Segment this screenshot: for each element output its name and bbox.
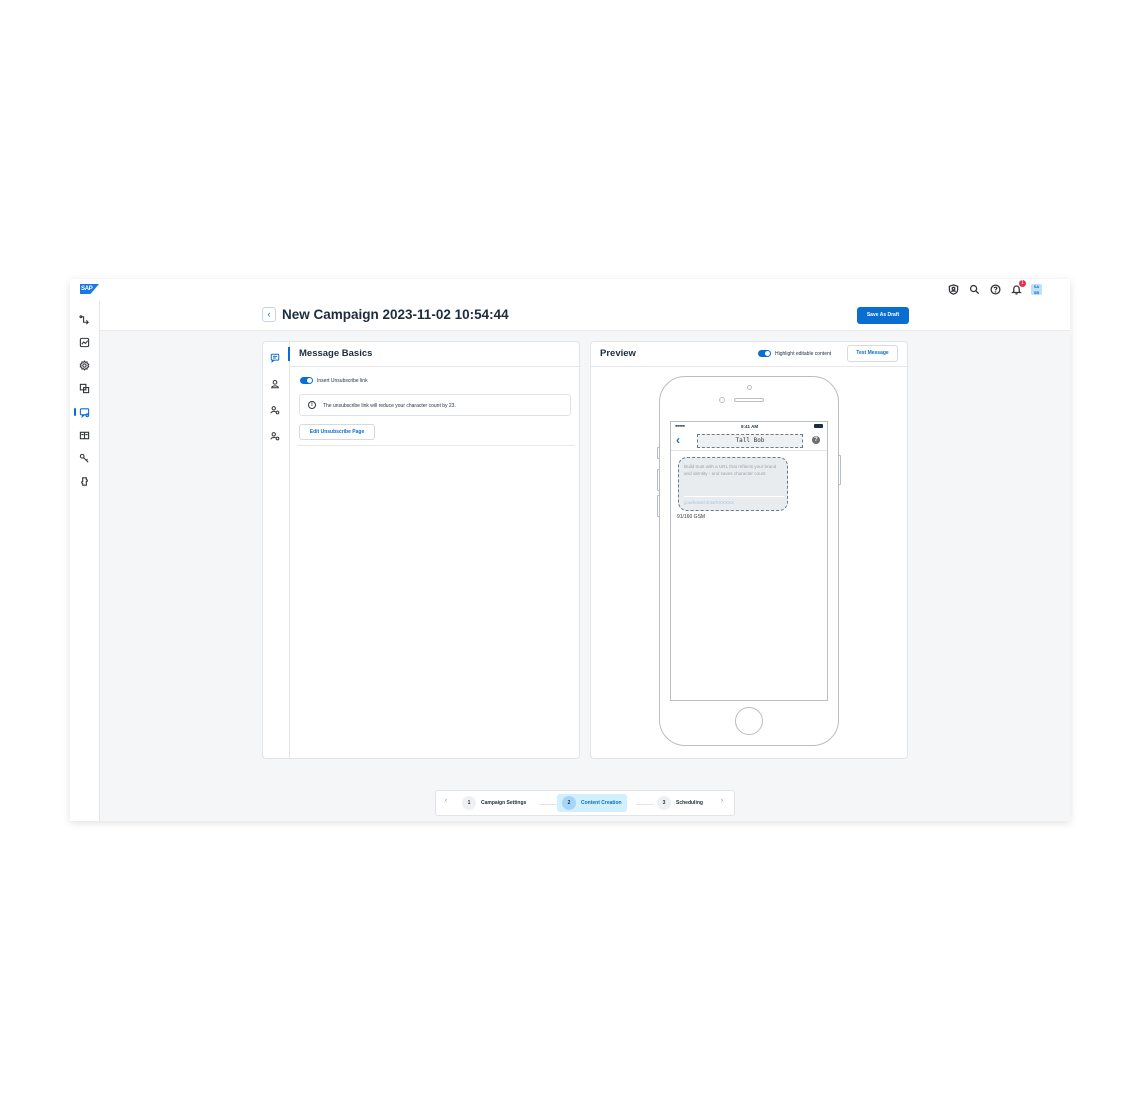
character-count: 91/160 GSM <box>677 514 706 520</box>
help-icon: ? <box>812 436 820 444</box>
card-nav-active-indicator <box>288 347 290 361</box>
unsubscribe-toggle[interactable] <box>300 377 313 384</box>
step-connector <box>539 804 557 805</box>
step-content-creation[interactable]: 2 Content Creation <box>557 794 627 812</box>
status-bar: ●●●●● 9:41 AM <box>671 422 827 430</box>
notification-badge: 1 <box>1019 280 1026 287</box>
shield-user-icon[interactable] <box>947 283 960 296</box>
preview-card: Preview Highlight editable content Test … <box>590 341 908 759</box>
integrations-icon[interactable] <box>79 474 91 486</box>
step-label: Scheduling <box>676 800 703 806</box>
phone-side-button <box>657 495 660 517</box>
highlight-editable-toggle[interactable] <box>758 350 771 357</box>
stepper-prev-icon[interactable]: ‹ <box>445 798 447 804</box>
phone-side-button <box>838 455 841 485</box>
app-window: SAP 1 SA SB ‹ New Campaign 2023-11-02 10… <box>70 279 1070 821</box>
phone-speaker <box>734 398 764 402</box>
message-icon[interactable] <box>270 350 281 364</box>
conversation-header: ‹ Tall Bob ? <box>671 431 827 451</box>
phone-side-button <box>657 469 660 491</box>
chevron-left-icon: ‹ <box>676 433 680 447</box>
message-link: yourbrand.sms/XXXXXX <box>684 500 735 505</box>
step-scheduling[interactable]: 3 Scheduling <box>652 794 708 812</box>
card-section-nav <box>263 342 290 758</box>
step-label: Content Creation <box>581 800 622 806</box>
step-number: 1 <box>462 796 476 810</box>
edit-unsubscribe-page-button[interactable]: Edit Unsubscribe Page <box>299 424 375 440</box>
stepper-next-icon[interactable]: › <box>721 798 723 804</box>
phone-side-button <box>657 447 660 459</box>
avatar[interactable]: SA SB <box>1031 284 1042 295</box>
contacts-icon[interactable] <box>79 381 91 394</box>
nav-active-indicator <box>74 408 76 416</box>
message-text: Build trust with a URL that reflects you… <box>684 464 777 476</box>
section-divider <box>297 445 575 446</box>
info-message-strip: i The unsubscribe link will reduce your … <box>299 394 571 416</box>
search-icon[interactable] <box>968 283 981 296</box>
step-number: 2 <box>562 796 576 810</box>
message-bubble[interactable]: Build trust with a URL that reflects you… <box>678 457 788 511</box>
keys-icon[interactable] <box>79 451 91 463</box>
info-icon: i <box>308 401 316 409</box>
help-icon[interactable] <box>989 283 1002 296</box>
step-campaign-settings[interactable]: 1 Campaign Settings <box>457 794 531 812</box>
save-as-draft-button[interactable]: Save As Draft <box>857 307 909 324</box>
message-basics-title: Message Basics <box>299 348 373 359</box>
status-time: 9:41 AM <box>741 424 759 429</box>
highlight-editable-label: Highlight editable content <box>775 351 832 357</box>
side-navigation <box>70 301 100 821</box>
step-label: Campaign Settings <box>481 800 527 806</box>
test-message-button[interactable]: Test Message <box>847 345 898 362</box>
battery-icon <box>814 424 823 428</box>
sender-name-field[interactable]: Tall Bob <box>697 434 803 448</box>
preview-title: Preview <box>600 348 636 359</box>
phone-home-button <box>735 707 763 735</box>
users-settings-icon[interactable] <box>270 402 281 415</box>
card-header-divider <box>591 366 907 367</box>
info-text: The unsubscribe link will reduce your ch… <box>323 403 456 409</box>
unsubscribe-toggle-label: Insert Unsubscribe link <box>317 378 368 384</box>
person-icon[interactable] <box>270 376 281 389</box>
shellbar: SAP 1 SA SB <box>70 279 1070 301</box>
sap-logo[interactable]: SAP <box>80 284 99 294</box>
settings-icon[interactable] <box>79 358 91 371</box>
step-number: 3 <box>657 796 671 810</box>
page-header: ‹ New Campaign 2023-11-02 10:54:44 Save … <box>100 301 1070 331</box>
bell-icon[interactable]: 1 <box>1010 280 1026 296</box>
phone-camera <box>747 385 752 390</box>
phone-mockup: ●●●●● 9:41 AM ‹ Tall Bob ? Build trust w… <box>657 376 841 746</box>
users-settings-icon[interactable] <box>270 428 281 441</box>
signal-icon: ●●●●● <box>675 423 685 428</box>
page-title: New Campaign 2023-11-02 10:54:44 <box>282 307 509 322</box>
templates-icon[interactable] <box>79 428 91 440</box>
analytics-icon[interactable] <box>79 335 91 348</box>
flow-icon[interactable] <box>79 312 91 325</box>
campaign-icon[interactable] <box>79 405 91 419</box>
back-button[interactable]: ‹ <box>262 307 276 322</box>
message-basics-card: Message Basics Insert Unsubscribe link i… <box>262 341 581 759</box>
bubble-divider <box>684 496 784 497</box>
shell-actions: 1 SA SB <box>947 280 1042 296</box>
phone-screen: ●●●●● 9:41 AM ‹ Tall Bob ? Build trust w… <box>670 421 828 701</box>
card-header-divider <box>290 366 581 367</box>
wizard-stepper: ‹ 1 Campaign Settings 2 Content Creation… <box>435 790 735 816</box>
phone-sensor <box>719 397 725 403</box>
